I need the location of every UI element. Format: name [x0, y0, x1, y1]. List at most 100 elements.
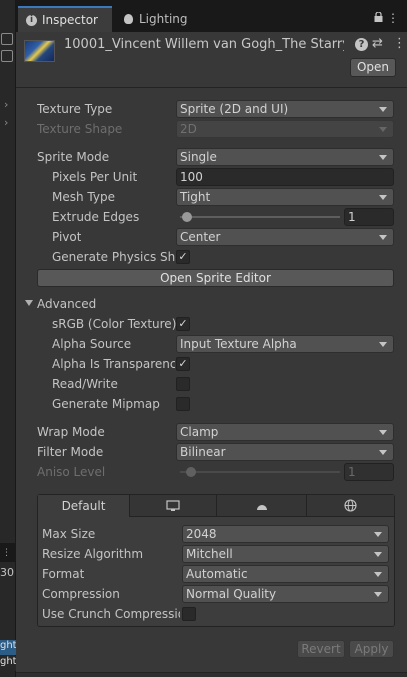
left-panel-strip: › › ⋮ 30 ght ght — [0, 0, 16, 677]
compression-value: Normal Quality — [186, 587, 277, 601]
chevron-right-icon[interactable]: › — [4, 98, 8, 111]
android-icon — [256, 505, 267, 510]
chevron-down-icon — [374, 572, 382, 577]
info-icon: i — [26, 14, 37, 26]
generate-mipmap-checkbox[interactable] — [176, 397, 190, 411]
wrap-mode-dropdown[interactable]: Clamp — [176, 423, 394, 441]
read-write-checkbox[interactable] — [176, 377, 190, 391]
tab-android[interactable] — [217, 495, 307, 517]
alpha-transparency-label: Alpha Is Transparency — [52, 357, 175, 371]
panel-header: ⋮ — [0, 543, 16, 562]
texture-shape-label: Texture Shape — [37, 122, 123, 136]
mesh-type-value: Tight — [180, 190, 211, 204]
advanced-foldout-label[interactable]: Advanced — [37, 297, 96, 311]
asset-title: 10001_Vincent Willem van Gogh_The Starry… — [64, 37, 344, 52]
chevron-down-icon — [379, 107, 387, 112]
extrude-edges-field[interactable]: 1 — [344, 208, 394, 226]
crunch-compression-checkbox[interactable] — [182, 607, 196, 621]
texture-shape-value: 2D — [180, 122, 197, 136]
format-value: Automatic — [186, 567, 248, 581]
tab-default[interactable]: Default — [38, 495, 130, 517]
pixels-per-unit-field[interactable]: 100 — [176, 168, 394, 186]
selected-item[interactable]: ght — [0, 656, 16, 671]
alpha-source-label: Alpha Source — [52, 337, 132, 351]
menu-icon[interactable]: ⋮ — [387, 11, 399, 25]
selected-item[interactable]: ght — [0, 640, 16, 655]
sprite-mode-dropdown[interactable]: Single — [176, 148, 394, 166]
alpha-transparency-checkbox[interactable]: ✓ — [176, 357, 190, 371]
tab-standalone[interactable] — [130, 495, 217, 517]
max-size-label: Max Size — [42, 527, 96, 541]
tab-lighting[interactable]: Lighting — [118, 6, 208, 32]
aniso-level-label: Aniso Level — [37, 465, 106, 479]
lightbulb-icon — [124, 14, 133, 24]
mesh-type-label: Mesh Type — [52, 190, 115, 204]
chevron-down-icon — [379, 342, 387, 347]
texture-type-dropdown[interactable]: Sprite (2D and UI) — [176, 100, 394, 118]
compression-dropdown[interactable]: Normal Quality — [182, 585, 389, 603]
tab-lighting-label: Lighting — [139, 12, 188, 26]
pixels-per-unit-label: Pixels Per Unit — [52, 170, 138, 184]
presets-icon[interactable]: ⇄ — [372, 36, 383, 51]
generate-physics-checkbox[interactable]: ✓ — [176, 250, 190, 264]
sprite-mode-label: Sprite Mode — [37, 150, 110, 164]
globe-icon — [344, 499, 357, 512]
chevron-down-icon — [379, 235, 387, 240]
open-button[interactable]: Open — [350, 58, 396, 77]
generate-physics-label: Generate Physics Sha — [52, 250, 175, 264]
revert-button[interactable]: Revert — [297, 640, 345, 658]
aniso-slider-handle — [186, 467, 196, 477]
texture-thumbnail — [24, 40, 55, 62]
panel-icon[interactable] — [1, 50, 13, 62]
filter-mode-dropdown[interactable]: Bilinear — [176, 443, 394, 461]
inspector-panel: 10001_Vincent Willem van Gogh_The Starry… — [16, 32, 407, 677]
chevron-right-icon[interactable]: › — [4, 116, 8, 129]
srgb-label: sRGB (Color Texture) — [52, 317, 177, 331]
generate-mipmap-label: Generate Mipmap — [52, 397, 160, 411]
filter-mode-label: Filter Mode — [37, 445, 104, 459]
resize-algorithm-dropdown[interactable]: Mitchell — [182, 545, 389, 563]
lock-icon[interactable] — [374, 12, 383, 22]
alpha-source-dropdown[interactable]: Input Texture Alpha — [176, 335, 394, 353]
texture-type-label: Texture Type — [37, 102, 113, 116]
chevron-down-icon — [379, 127, 387, 132]
platform-settings: Default Max Size 2048 Resize Algorithm M… — [37, 494, 395, 627]
status-bar — [16, 672, 407, 677]
pivot-dropdown[interactable]: Center — [176, 228, 394, 246]
panel-icon[interactable] — [1, 33, 13, 45]
chevron-down-icon — [379, 450, 387, 455]
chevron-down-icon — [379, 155, 387, 160]
filter-mode-value: Bilinear — [180, 445, 226, 459]
extrude-slider-track[interactable] — [180, 216, 340, 218]
format-label: Format — [42, 567, 85, 581]
sprite-mode-value: Single — [180, 150, 217, 164]
open-sprite-editor-button[interactable]: Open Sprite Editor — [37, 269, 394, 287]
crunch-compression-label: Use Crunch Compression — [42, 607, 180, 621]
texture-shape-dropdown: 2D — [176, 120, 394, 138]
chevron-down-icon — [379, 430, 387, 435]
chevron-down-icon — [374, 552, 382, 557]
extrude-slider-handle[interactable] — [182, 212, 192, 222]
mesh-type-dropdown[interactable]: Tight — [176, 188, 394, 206]
chevron-down-icon — [374, 592, 382, 597]
tab-bar: i Inspector Lighting ⋮ — [16, 0, 407, 32]
extrude-edges-label: Extrude Edges — [52, 210, 140, 224]
tab-webgl[interactable] — [307, 495, 394, 517]
format-dropdown[interactable]: Automatic — [182, 565, 389, 583]
chevron-down-icon — [379, 195, 387, 200]
wrap-mode-label: Wrap Mode — [37, 425, 105, 439]
tab-inspector[interactable]: i Inspector — [18, 6, 112, 32]
wrap-mode-value: Clamp — [180, 425, 219, 439]
max-size-dropdown[interactable]: 2048 — [182, 525, 389, 543]
more-icon[interactable]: ⋮ — [393, 36, 406, 51]
platform-tabs: Default — [38, 495, 394, 517]
srgb-checkbox[interactable]: ✓ — [176, 317, 190, 331]
pivot-value: Center — [180, 230, 221, 244]
more-icon[interactable]: ⋮ — [2, 548, 11, 558]
tab-inspector-label: Inspector — [42, 13, 98, 27]
chevron-down-icon — [374, 532, 382, 537]
texture-type-value: Sprite (2D and UI) — [180, 102, 289, 116]
foldout-icon[interactable] — [25, 298, 35, 308]
apply-button[interactable]: Apply — [349, 640, 394, 658]
help-icon[interactable]: ? — [355, 38, 368, 51]
